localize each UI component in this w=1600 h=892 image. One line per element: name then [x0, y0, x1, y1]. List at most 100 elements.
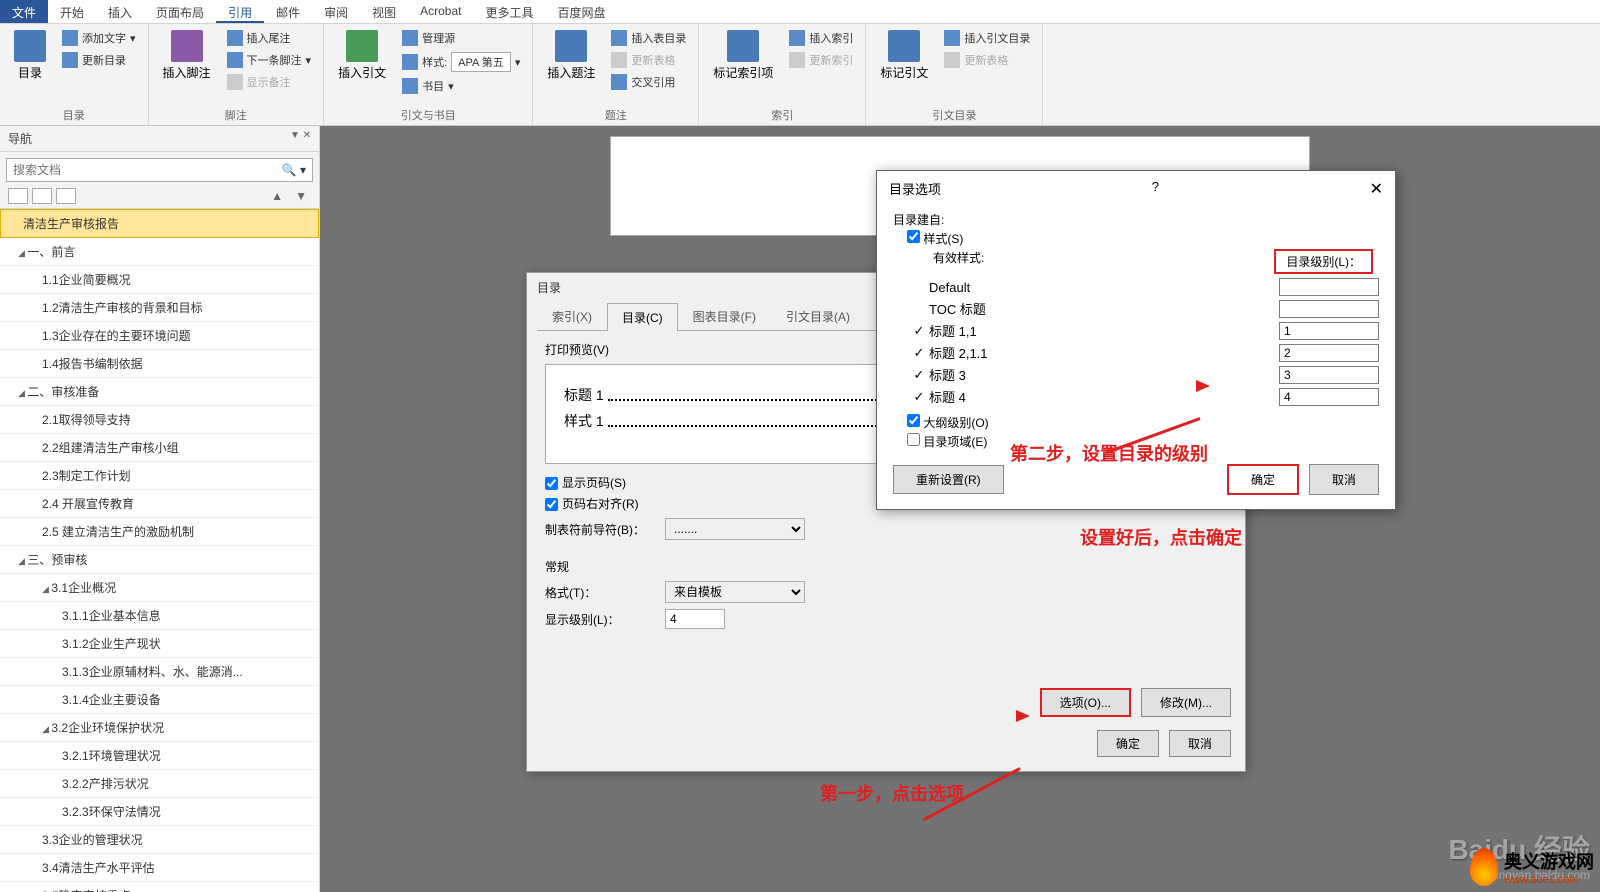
- toc-button[interactable]: 目录: [8, 28, 52, 83]
- tab-figures[interactable]: 图表目录(F): [678, 302, 771, 330]
- insert-footnote-button[interactable]: 插入脚注: [157, 28, 217, 83]
- nav-down[interactable]: ▼: [291, 189, 311, 203]
- insert-toa-button[interactable]: 插入引文目录: [940, 28, 1034, 48]
- nav-item[interactable]: 1.2清洁生产审核的背景和目标: [0, 294, 319, 322]
- mark-index-button[interactable]: 标记索引项: [707, 28, 779, 83]
- close-icon[interactable]: ✕: [1370, 179, 1383, 199]
- insert-tof-button[interactable]: 插入表目录: [607, 28, 690, 48]
- view-headings[interactable]: [8, 188, 28, 204]
- level-input[interactable]: [1279, 344, 1379, 362]
- update-toc-button[interactable]: 更新目录: [58, 50, 140, 70]
- insert-endnote-button[interactable]: 插入尾注: [223, 28, 316, 48]
- menu-tab[interactable]: Acrobat: [408, 0, 473, 23]
- pin-icon[interactable]: ▼ ✕: [290, 130, 311, 147]
- mark-cite-icon: [888, 30, 920, 62]
- nav-item[interactable]: 3.2.2产排污状况: [0, 770, 319, 798]
- modify-button[interactable]: 修改(M)...: [1141, 688, 1231, 717]
- ins-index-icon: [789, 30, 805, 46]
- bibliography-button[interactable]: 书目 ▾: [398, 76, 524, 96]
- reset-button[interactable]: 重新设置(R): [893, 465, 1004, 494]
- nav-item[interactable]: 2.5 建立清洁生产的激励机制: [0, 518, 319, 546]
- options-button[interactable]: 选项(O)...: [1040, 688, 1131, 717]
- nav-item[interactable]: 1.3企业存在的主要环境问题: [0, 322, 319, 350]
- nav-item[interactable]: 3.2.1环境管理状况: [0, 742, 319, 770]
- menu-tab[interactable]: 页面布局: [144, 0, 216, 23]
- menu-tab[interactable]: 百度网盘: [546, 0, 618, 23]
- nav-item[interactable]: 3.3企业的管理状况: [0, 826, 319, 854]
- nav-item[interactable]: 3.2企业环境保护状况: [0, 714, 319, 742]
- nav-item[interactable]: 2.4 开展宣传教育: [0, 490, 319, 518]
- tof-icon: [611, 30, 627, 46]
- cancel-button[interactable]: 取消: [1309, 464, 1379, 495]
- search-icon[interactable]: 🔍 ▾: [276, 159, 312, 181]
- levels-input[interactable]: [665, 609, 725, 629]
- add-text-button[interactable]: 添加文字 ▾: [58, 28, 140, 48]
- general-label: 常规: [545, 558, 1227, 575]
- nav-tree[interactable]: 清洁生产审核报告一、前言1.1企业简要概况1.2清洁生产审核的背景和目标1.3企…: [0, 208, 319, 892]
- ok-button[interactable]: 确定: [1227, 464, 1299, 495]
- menu-tab[interactable]: 审阅: [312, 0, 360, 23]
- view-pages[interactable]: [32, 188, 52, 204]
- insert-caption-button[interactable]: 插入题注: [541, 28, 601, 83]
- nav-item[interactable]: 3.1.2企业生产现状: [0, 630, 319, 658]
- cancel-button[interactable]: 取消: [1169, 730, 1231, 757]
- help-icon[interactable]: ?: [1152, 179, 1159, 199]
- nav-item[interactable]: 二、审核准备: [0, 378, 319, 406]
- nav-item[interactable]: 3.1.1企业基本信息: [0, 602, 319, 630]
- nav-item[interactable]: 1.1企业简要概况: [0, 266, 319, 294]
- menu-tab[interactable]: 开始: [48, 0, 96, 23]
- view-results[interactable]: [56, 188, 76, 204]
- menu-tab-references[interactable]: 引用: [216, 0, 264, 23]
- level-input[interactable]: [1279, 278, 1379, 296]
- level-input[interactable]: [1279, 322, 1379, 340]
- nav-item[interactable]: 1.4报告书编制依据: [0, 350, 319, 378]
- nav-item[interactable]: 3.1.4企业主要设备: [0, 686, 319, 714]
- level-input[interactable]: [1279, 300, 1379, 318]
- menu-tab[interactable]: 更多工具: [473, 0, 545, 23]
- nav-item[interactable]: 三、预审核: [0, 546, 319, 574]
- check-icon: ✓: [909, 323, 929, 339]
- menu-bar: 文件 开始 插入 页面布局 引用 邮件 审阅 视图 Acrobat 更多工具 百…: [0, 0, 1600, 24]
- leader-select[interactable]: .......: [665, 518, 805, 540]
- style-row: TOC 标题: [909, 299, 1379, 318]
- tab-index[interactable]: 索引(X): [537, 302, 607, 330]
- nav-item[interactable]: 3.1.3企业原辅材料、水、能源消...: [0, 658, 319, 686]
- menu-tab[interactable]: 邮件: [264, 0, 312, 23]
- nav-item[interactable]: 2.2组建清洁生产审核小组: [0, 434, 319, 462]
- cross-ref-button[interactable]: 交叉引用: [607, 72, 690, 92]
- ribbon: 目录 添加文字 ▾ 更新目录 目录 插入脚注 插入尾注 下一条脚注 ▾ 显示备注…: [0, 24, 1600, 126]
- insert-index-button[interactable]: 插入索引: [785, 28, 857, 48]
- nav-item[interactable]: 2.3制定工作计划: [0, 462, 319, 490]
- search-box[interactable]: 🔍 ▾: [6, 158, 313, 182]
- tab-authorities[interactable]: 引文目录(A): [771, 302, 865, 330]
- nav-item[interactable]: 3.4清洁生产水平评估: [0, 854, 319, 882]
- mark-citation-button[interactable]: 标记引文: [874, 28, 934, 83]
- citation-icon: [346, 30, 378, 62]
- ok-button[interactable]: 确定: [1097, 730, 1159, 757]
- manage-sources-button[interactable]: 管理源: [398, 28, 524, 48]
- style-select[interactable]: 样式: APA 第五 ▾: [398, 50, 524, 74]
- nav-item[interactable]: 3.2.3环保守法情况: [0, 798, 319, 826]
- search-input[interactable]: [7, 159, 276, 181]
- nav-up[interactable]: ▲: [267, 189, 287, 203]
- update-icon: [611, 52, 627, 68]
- outline-checkbox[interactable]: 大纲级别(O): [907, 414, 1379, 431]
- style-name: 标题 4: [929, 387, 1279, 406]
- next-footnote-button[interactable]: 下一条脚注 ▾: [223, 50, 316, 70]
- nav-item[interactable]: 3.5确定审核重点: [0, 882, 319, 892]
- menu-tab[interactable]: 插入: [96, 0, 144, 23]
- menu-tab[interactable]: 视图: [360, 0, 408, 23]
- insert-citation-button[interactable]: 插入引文: [332, 28, 392, 83]
- nav-item[interactable]: 2.1取得领导支持: [0, 406, 319, 434]
- tab-toc[interactable]: 目录(C): [607, 303, 678, 331]
- menu-file[interactable]: 文件: [0, 0, 48, 23]
- format-select[interactable]: 来自模板: [665, 581, 805, 603]
- nav-item[interactable]: 一、前言: [0, 238, 319, 266]
- nav-item[interactable]: 3.1企业概况: [0, 574, 319, 602]
- level-input[interactable]: [1279, 388, 1379, 406]
- level-input[interactable]: [1279, 366, 1379, 384]
- tocfield-checkbox[interactable]: 目录项域(E): [907, 433, 1379, 450]
- caption-icon: [555, 30, 587, 62]
- nav-item[interactable]: 清洁生产审核报告: [0, 209, 319, 238]
- styles-checkbox[interactable]: 样式(S): [907, 230, 1379, 247]
